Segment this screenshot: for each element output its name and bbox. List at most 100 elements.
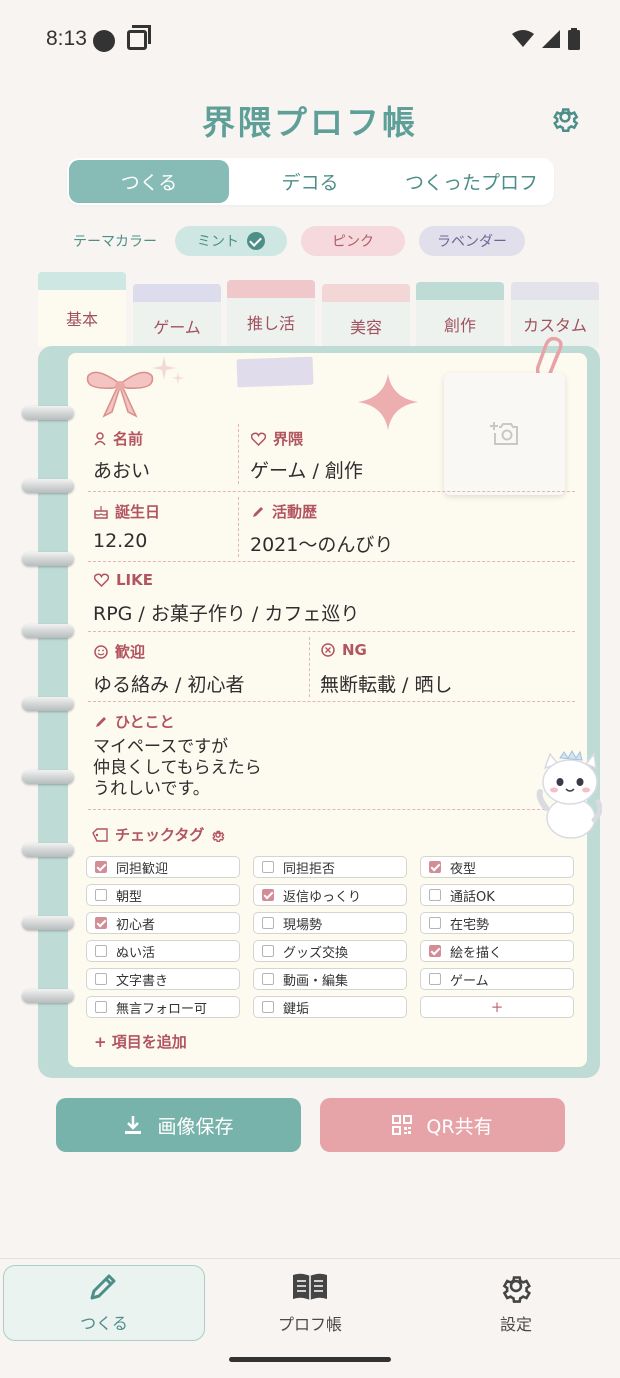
tab-beauty[interactable]: 美容 [322, 284, 410, 350]
check-tag[interactable]: グッズ交換 [253, 940, 407, 962]
check-tag[interactable]: 通話OK [420, 884, 574, 906]
checkbox[interactable] [262, 945, 274, 957]
checkbox[interactable] [262, 917, 274, 929]
check-tag[interactable]: 同担歓迎 [86, 856, 240, 878]
theme-pink-pill[interactable]: ピンク [301, 226, 405, 256]
add-tag-button[interactable]: + [420, 996, 574, 1018]
checkbox[interactable] [95, 889, 107, 901]
check-tag-label: 同担歓迎 [116, 861, 169, 877]
add-item-button[interactable]: + 項目を追加 [94, 1031, 187, 1052]
check-tag[interactable]: 夜型 [420, 856, 574, 878]
checkbox[interactable] [95, 917, 107, 929]
checkbox[interactable] [429, 861, 441, 873]
binder-ring [22, 989, 74, 1003]
check-tag-label: 朝型 [116, 889, 143, 905]
welcome-field-label: 歓迎 [94, 641, 145, 662]
settings-gear-icon[interactable] [550, 102, 580, 132]
segment-decorate[interactable]: デコる [231, 158, 389, 205]
genre-field-label: 界隈 [251, 428, 303, 449]
check-tag[interactable]: 文字書き [86, 968, 240, 990]
check-tag-label: 夜型 [450, 861, 477, 877]
check-tag[interactable]: 同担拒否 [253, 856, 407, 878]
nav-settings-label: 設定 [499, 1315, 532, 1334]
check-tag[interactable]: ぬい活 [86, 940, 240, 962]
check-tag-label: 無言フォロー可 [116, 1001, 208, 1017]
tab-basic[interactable]: 基本 [38, 272, 126, 346]
check-tags-header: チェックタグ [92, 824, 225, 845]
checkbox[interactable] [95, 945, 107, 957]
theme-lavender-pill[interactable]: ラベンダー [419, 226, 525, 256]
qr-share-button[interactable]: QR共有 [320, 1098, 565, 1152]
like-label: LIKE [116, 571, 154, 589]
tab-band [322, 284, 410, 302]
birthday-value[interactable]: 12.20 [93, 530, 147, 552]
nav-create[interactable]: つくる [3, 1265, 205, 1341]
comment-label: ひとこと [115, 713, 175, 731]
home-indicator[interactable] [229, 1357, 391, 1362]
theme-mint-pill[interactable]: ミント [175, 226, 287, 256]
binder-ring [22, 479, 74, 493]
check-tag-label: グッズ交換 [283, 945, 349, 961]
theme-mint-label: ミント [197, 234, 239, 250]
check-tag-label: 文字書き [116, 973, 169, 989]
check-tag[interactable]: 絵を描く [420, 940, 574, 962]
check-tag-label: 通話OK [450, 889, 495, 905]
check-tag[interactable]: 鍵垢 [253, 996, 407, 1018]
theme-color-label: テーマカラー [73, 234, 157, 250]
check-tag-label: 現場勢 [283, 917, 323, 933]
checkbox[interactable] [429, 945, 441, 957]
checkbox[interactable] [262, 973, 274, 985]
name-value[interactable]: あおい [93, 456, 150, 483]
checkbox[interactable] [262, 889, 274, 901]
checkbox[interactable] [429, 889, 441, 901]
sparkle-sticker [152, 356, 184, 384]
check-tag[interactable]: 返信ゆっくり [253, 884, 407, 906]
tab-creation[interactable]: 創作 [416, 282, 504, 348]
segment-create[interactable]: つくる [69, 160, 229, 203]
add-photo-icon [489, 422, 518, 445]
field-divider [238, 424, 239, 484]
check-tag[interactable]: 在宅勢 [420, 912, 574, 934]
tab-oshikatsu[interactable]: 推し活 [227, 280, 315, 346]
checkbox[interactable] [95, 1001, 107, 1013]
check-tag[interactable]: 初心者 [86, 912, 240, 934]
photo-upload-slot[interactable] [444, 373, 565, 495]
theme-lavender-label: ラベンダー [437, 234, 507, 250]
history-value[interactable]: 2021〜のんびり [250, 530, 393, 557]
signal-icon [542, 30, 560, 48]
checkbox[interactable] [262, 861, 274, 873]
check-tag[interactable]: ゲーム [420, 968, 574, 990]
binder-ring [22, 697, 74, 711]
check-tag[interactable]: 朝型 [86, 884, 240, 906]
check-tag[interactable]: 無言フォロー可 [86, 996, 240, 1018]
check-tag[interactable]: 現場勢 [253, 912, 407, 934]
status-time: 8:13 [46, 27, 87, 50]
history-label: 活動歴 [272, 503, 318, 521]
checkbox[interactable] [429, 973, 441, 985]
welcome-label: 歓迎 [115, 643, 146, 661]
nav-profile-book[interactable]: プロフ帳 [209, 1265, 411, 1341]
check-tag-label: 絵を描く [450, 945, 503, 961]
comment-line: うれしいです。 [93, 779, 210, 799]
genre-value[interactable]: ゲーム / 創作 [250, 456, 363, 483]
tab-game[interactable]: ゲーム [133, 284, 221, 350]
check-tag[interactable]: 動画・編集 [253, 968, 407, 990]
tab-band [133, 284, 221, 302]
like-field-label: LIKE [94, 571, 153, 589]
checkbox[interactable] [429, 917, 441, 929]
segment-created-profiles[interactable]: つくったプロフ [389, 158, 554, 205]
checkbox[interactable] [262, 1001, 274, 1013]
field-divider [309, 637, 310, 697]
ng-value[interactable]: 無断転載 / 晒し [320, 670, 452, 697]
welcome-value[interactable]: ゆる絡み / 初心者 [93, 670, 244, 697]
save-image-button[interactable]: 画像保存 [56, 1098, 301, 1152]
comment-value[interactable]: マイペースですが 仲良くしてもらえたら うれしいです。 [93, 737, 262, 800]
nav-settings[interactable]: 設定 [415, 1265, 617, 1341]
checkbox[interactable] [95, 861, 107, 873]
tab-band [416, 282, 504, 300]
tag-settings-gear-icon[interactable] [211, 828, 225, 842]
like-value[interactable]: RPG / お菓子作り / カフェ巡り [93, 599, 359, 626]
check-tags-title: チェックタグ [115, 826, 205, 844]
checkbox[interactable] [95, 973, 107, 985]
cake-icon [94, 505, 108, 519]
